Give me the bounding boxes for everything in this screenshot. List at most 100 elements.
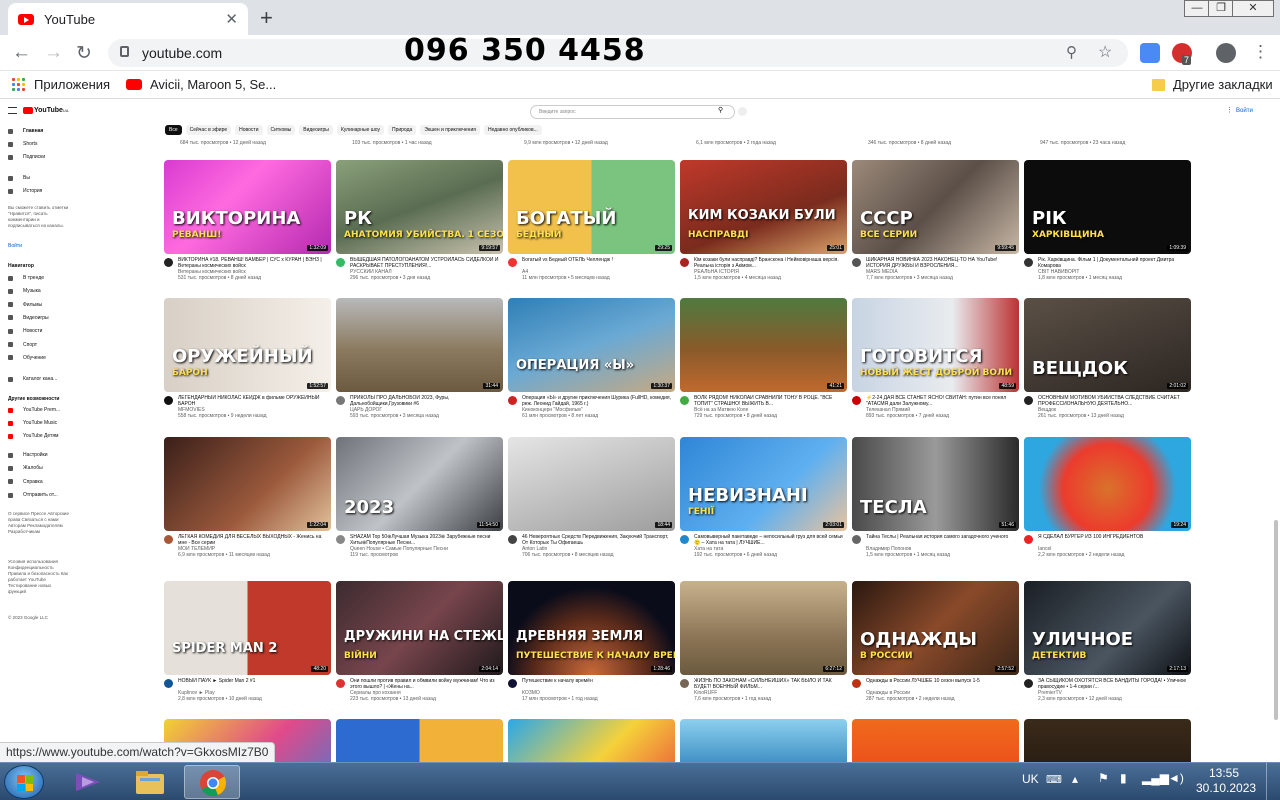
video-thumbnail[interactable]: СССР ВСЕ СЕРИИ 9:59:45 (852, 160, 1019, 254)
channel-avatar[interactable] (852, 679, 861, 688)
video-thumbnail[interactable]: ОПЕРАЦИЯ «Ы» 1:30:37 (508, 298, 675, 392)
channel-avatar[interactable] (680, 396, 689, 405)
close-tab-icon[interactable]: ✕ (225, 10, 238, 28)
bookmark-avicii[interactable]: Avicii, Maroon 5, Se... (126, 77, 276, 92)
channel-avatar[interactable] (164, 535, 173, 544)
close-window-button[interactable]: ✕ (1232, 0, 1274, 17)
video-title[interactable]: Рік. Харківщина. Фільм 1 | Документальни… (1038, 257, 1190, 269)
show-desktop-button[interactable] (1266, 763, 1280, 800)
channel-avatar[interactable] (336, 258, 345, 267)
video-title[interactable]: Тайна Теслы | Реальная история самого за… (866, 534, 1018, 546)
video-title[interactable]: Однажды в России ЛУЧШЕЕ 10 сезон выпуск … (866, 678, 1018, 690)
omnibox[interactable]: youtube.com 096 350 4458 ⚲ ☆ (108, 33, 1128, 68)
video-thumbnail[interactable]: ВЕЩДОК 2:01:02 (1024, 298, 1191, 392)
minimize-window-button[interactable]: — (1184, 0, 1210, 17)
taskbar-explorer[interactable] (122, 765, 178, 799)
start-button[interactable] (4, 765, 44, 799)
video-thumbnail[interactable]: ОСТРОВСОКРОВИЩ (680, 719, 847, 762)
channel-avatar[interactable] (852, 396, 861, 405)
video-thumbnail[interactable]: 1:22:04 (164, 437, 331, 531)
bookmark-other[interactable]: Другие закладки (1152, 77, 1273, 92)
video-title[interactable]: ВЫШЕДШАЯ ПАТОЛОГОАНАТОМ УСТРОИЛАСЬ СИДЕЛ… (350, 257, 502, 269)
taskbar-visual-studio[interactable] (60, 765, 116, 799)
video-thumbnail[interactable]: SPIDER MAN 2 48:20 (164, 581, 331, 675)
flag-icon[interactable]: ⚑ (1098, 771, 1109, 785)
channel-avatar[interactable] (336, 535, 345, 544)
video-thumbnail[interactable] (1024, 719, 1191, 762)
channel-avatar[interactable] (336, 396, 345, 405)
video-title[interactable]: ПРИКОЛЫ ПРО ДАЛЬНОБОЙ 2023, Фуры, Дально… (350, 395, 502, 407)
channel-avatar[interactable] (336, 679, 345, 688)
channel-avatar[interactable] (1024, 535, 1033, 544)
video-title[interactable]: SHAZAM Top 50⊕Лучшая Музыка 2023⊕ Зарубе… (350, 534, 502, 546)
bookmark-star-icon[interactable]: ☆ (1098, 42, 1112, 62)
video-thumbnail[interactable]: ФАКТИ (852, 719, 1019, 762)
video-title[interactable]: Кім козаки були насправді? Бранскона і Н… (694, 257, 846, 269)
channel-avatar[interactable] (1024, 258, 1033, 267)
language-indicator[interactable]: UK (1022, 772, 1039, 786)
video-title[interactable]: ВОЛК РЯДОМ! НИКОЛАЙ СРАВНИЛИ ТОНУ В РОЦЕ… (694, 395, 846, 407)
video-thumbnail[interactable]: КИМ КОЗАКИ БУЛИ НАСПРАВДІ 25:01 (680, 160, 847, 254)
translate-extension-icon[interactable] (1140, 43, 1160, 63)
video-title[interactable]: Операция «Ы» и другие приключения Шурика… (522, 395, 674, 407)
volume-icon[interactable]: ◄) (1168, 771, 1184, 785)
tab-youtube[interactable]: YouTube ✕ (8, 3, 248, 35)
profile-avatar-icon[interactable] (1216, 43, 1236, 63)
video-thumbnail[interactable]: 6:27:12 (680, 581, 847, 675)
video-thumbnail[interactable]: БОГАТЫЙ БЕДНЫЙ 29:25 (508, 160, 675, 254)
video-title[interactable]: Путешествие к началу времён (522, 678, 674, 690)
video-thumbnail[interactable]: УЛИЧНОЕ ДЕТЕКТИВ 2:17:13 (1024, 581, 1191, 675)
channel-avatar[interactable] (1024, 396, 1033, 405)
video-title[interactable]: ⚡2-24 ДАЯ ВСЕ СТАНЕТ ЯСНО! СВИТАН: путин… (866, 395, 1018, 407)
video-thumbnail[interactable]: ОРУЖЕЙНЫЙ БАРОН 1:52:57 (164, 298, 331, 392)
video-thumbnail[interactable]: РІК ХАРКІВЩИНА 1:09:39 (1024, 160, 1191, 254)
channel-avatar[interactable] (1024, 679, 1033, 688)
video-thumbnail[interactable]: 18:44 (508, 437, 675, 531)
channel-avatar[interactable] (508, 535, 517, 544)
browser-menu-icon[interactable]: ⋮ (1252, 42, 1269, 62)
video-thumbnail[interactable]: 2023 11:54:50 (336, 437, 503, 531)
video-title[interactable]: ОСНОВНЫМ МОТИВОМ УБИЙСТВА СЛЕДСТВИЕ СЧИТ… (1038, 395, 1190, 407)
video-title[interactable]: ЖИЗНЬ ПО ЗАКОНАМ «СИЛЬНЕЙШИХ» ТАК БЫЛО И… (694, 678, 846, 690)
video-thumbnail[interactable]: РК АНАТОМИЯ УБИЙСТВА. 1 СЕЗОН 9:19:57 (336, 160, 503, 254)
channel-avatar[interactable] (164, 679, 173, 688)
video-thumbnail[interactable] (508, 719, 675, 762)
video-title[interactable]: Я СДЕЛАЛ БУРГЕР ИЗ 100 ИНГРЕДИЕНТОВ (1038, 534, 1190, 546)
video-thumbnail[interactable]: НЕПРАВДАПРАВДА (336, 719, 503, 762)
restore-window-button[interactable]: ❐ (1208, 0, 1234, 17)
video-thumbnail[interactable]: ДРУЖИНИ НА СТЕЖЦІ ВІЙНИ 2:04:14 (336, 581, 503, 675)
video-title[interactable]: НОВЫЙ ПАУК ► Spider Man 2 #1 (178, 678, 330, 690)
battery-icon[interactable]: ▮ (1120, 771, 1127, 785)
url-text[interactable]: youtube.com (142, 45, 222, 61)
channel-avatar[interactable] (164, 396, 173, 405)
bookmark-apps[interactable]: Приложения (12, 77, 110, 92)
video-thumbnail[interactable]: 41:21 (680, 298, 847, 392)
page-scrollbar[interactable] (1274, 520, 1278, 720)
video-title[interactable]: ЛЕГЕНДАРНЫЙ НИКОЛАС КЕЙДЖ в фильме ОРУЖЕ… (178, 395, 330, 407)
video-thumbnail[interactable]: НЕВИЗНАНІ ГЕНІЇ 2:03:01 (680, 437, 847, 531)
video-title[interactable]: ЗА СЫЩИКОМ ОХОТЯТСЯ ВСЕ БАНДИТЫ ГОРОДА! … (1038, 678, 1190, 690)
channel-avatar[interactable] (508, 679, 517, 688)
video-title[interactable]: Самовыверный пакетаведе – непосильный гр… (694, 534, 846, 546)
channel-avatar[interactable] (852, 535, 861, 544)
video-title[interactable]: ВИКТОРИНА #18. РЕВАНШ! БАМБЕР | СУС х КУ… (178, 257, 330, 269)
channel-avatar[interactable] (164, 258, 173, 267)
channel-avatar[interactable] (508, 258, 517, 267)
video-thumbnail[interactable]: 31:44 (336, 298, 503, 392)
channel-avatar[interactable] (852, 258, 861, 267)
video-thumbnail[interactable]: ОДНАЖДЫ В РОССИИ 2:57:52 (852, 581, 1019, 675)
video-thumbnail[interactable]: ГОТОВИТСЯ НОВЫЙ ЖЕСТ ДОБРОЙ ВОЛИ 48:59 (852, 298, 1019, 392)
forward-arrow-icon[interactable]: → (44, 42, 63, 64)
taskbar-chrome[interactable] (184, 765, 240, 799)
back-arrow-icon[interactable]: ← (12, 42, 31, 64)
video-title[interactable]: Они пошли против правил и обмвили войну … (350, 678, 502, 690)
channel-avatar[interactable] (680, 258, 689, 267)
channel-avatar[interactable] (680, 679, 689, 688)
video-thumbnail[interactable]: ТЕСЛА 51:46 (852, 437, 1019, 531)
channel-avatar[interactable] (680, 535, 689, 544)
video-title[interactable]: 46 Невероятных Средств Передвижения, Зак… (522, 534, 674, 546)
video-thumbnail[interactable]: 19:24 (1024, 437, 1191, 531)
video-thumbnail[interactable]: ДРЕВНЯЯ ЗЕМЛЯ ПУТЕШЕСТВИЕ К НАЧАЛУ ВРЕМЁН… (508, 581, 675, 675)
video-title[interactable]: ЛЕГКАЯ КОМЕДИЯ ДЛЯ ВЕСЕЛЫХ ВЫХОДНЫХ - Же… (178, 534, 330, 546)
video-thumbnail[interactable]: ВИКТОРИНА РЕВАНШ! 1:32:09 (164, 160, 331, 254)
